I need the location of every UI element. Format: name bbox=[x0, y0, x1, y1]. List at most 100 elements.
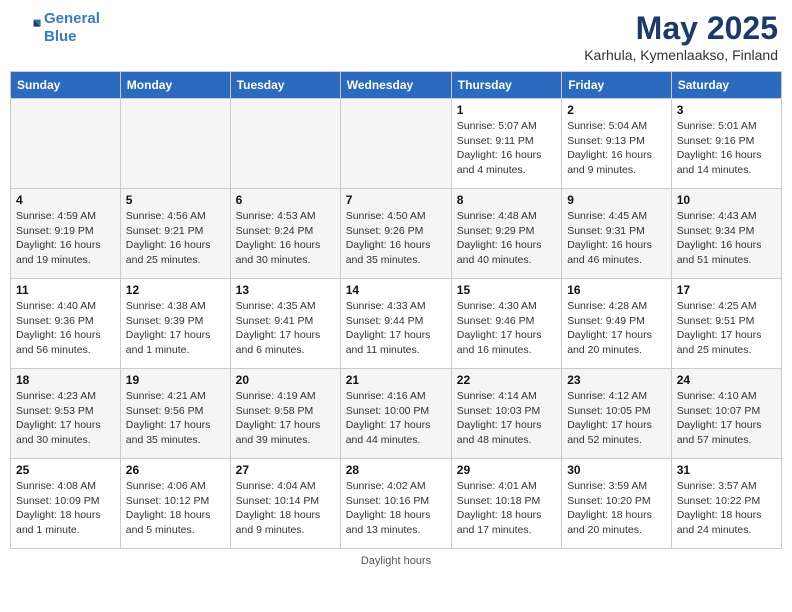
day-cell-9: 9Sunrise: 4:45 AM Sunset: 9:31 PM Daylig… bbox=[562, 189, 672, 279]
day-details: Sunrise: 4:40 AM Sunset: 9:36 PM Dayligh… bbox=[16, 299, 115, 358]
day-details: Sunrise: 4:21 AM Sunset: 9:56 PM Dayligh… bbox=[126, 389, 225, 448]
subtitle: Karhula, Kymenlaakso, Finland bbox=[584, 47, 778, 63]
day-cell-8: 8 Sunrise: 4:48 AM Sunset: 9:29 PM Daylig… bbox=[451, 189, 561, 279]
week-row-5: 25 Sunrise: 4:08 AM Sunset: 10:09 PM Dayl… bbox=[11, 459, 782, 549]
day-details: Sunrise: 4:33 AM Sunset: 9:44 PM Dayligh… bbox=[346, 299, 446, 358]
day-number: 4 bbox=[16, 193, 115, 207]
footer-text: Daylight hours bbox=[10, 555, 782, 567]
day-number: 31 bbox=[677, 463, 776, 477]
title-block: May 2025 Karhula, Kymenlaakso, Finland bbox=[584, 10, 778, 63]
day-cell-13: 13 Sunrise: 4:35 AM Sunset: 9:41 PM Dayli… bbox=[230, 279, 340, 369]
day-details: Sunrise: 4:53 AM Sunset: 9:24 PM Dayligh… bbox=[236, 209, 335, 268]
day-number: 1 bbox=[457, 103, 556, 117]
day-number: 20 bbox=[236, 373, 335, 387]
day-number: 29 bbox=[457, 463, 556, 477]
day-number: 5 bbox=[126, 193, 225, 207]
day-details: Sunrise: 5:04 AM Sunset: 9:13 PM Dayligh… bbox=[567, 119, 666, 178]
day-number: 8 bbox=[457, 193, 556, 207]
day-cell-5: 5 Sunrise: 4:56 AM Sunset: 9:21 PM Daylig… bbox=[120, 189, 230, 279]
day-number: 18 bbox=[16, 373, 115, 387]
day-details: Sunrise: 4:50 AM Sunset: 9:26 PM Dayligh… bbox=[346, 209, 446, 268]
empty-cell bbox=[340, 99, 451, 189]
day-cell-21: 21 Sunrise: 4:16 AM Sunset: 10:00 PM Dayl… bbox=[340, 369, 451, 459]
day-details: Sunrise: 4:28 AM Sunset: 9:49 PM Dayligh… bbox=[567, 299, 666, 358]
day-details: Sunrise: 4:02 AM Sunset: 10:16 PM Daylig… bbox=[346, 479, 446, 538]
day-cell-20: 20 Sunrise: 4:19 AM Sunset: 9:58 PM Dayli… bbox=[230, 369, 340, 459]
day-number: 2 bbox=[567, 103, 666, 117]
day-details: Sunrise: 4:48 AM Sunset: 9:29 PM Dayligh… bbox=[457, 209, 556, 268]
calendar-table: SundayMondayTuesdayWednesdayThursdayFrid… bbox=[10, 71, 782, 549]
day-cell-7: 7 Sunrise: 4:50 AM Sunset: 9:26 PM Daylig… bbox=[340, 189, 451, 279]
day-details: Sunrise: 4:30 AM Sunset: 9:46 PM Dayligh… bbox=[457, 299, 556, 358]
week-row-2: 4 Sunrise: 4:59 AM Sunset: 9:19 PM Daylig… bbox=[11, 189, 782, 279]
day-header-sunday: Sunday bbox=[11, 72, 121, 99]
day-number: 23 bbox=[567, 373, 666, 387]
day-number: 30 bbox=[567, 463, 666, 477]
logo-text-line2: Blue bbox=[44, 28, 100, 46]
page-header: General Blue May 2025 Karhula, Kymenlaak… bbox=[10, 10, 782, 63]
day-number: 15 bbox=[457, 283, 556, 297]
day-details: Sunrise: 5:01 AM Sunset: 9:16 PM Dayligh… bbox=[677, 119, 776, 178]
day-cell-17: 17Sunrise: 4:25 AM Sunset: 9:51 PM Dayli… bbox=[671, 279, 781, 369]
day-cell-6: 6 Sunrise: 4:53 AM Sunset: 9:24 PM Daylig… bbox=[230, 189, 340, 279]
day-number: 22 bbox=[457, 373, 556, 387]
day-cell-10: 10Sunrise: 4:43 AM Sunset: 9:34 PM Dayli… bbox=[671, 189, 781, 279]
day-number: 28 bbox=[346, 463, 446, 477]
day-cell-3: 3 Sunrise: 5:01 AM Sunset: 9:16 PM Daylig… bbox=[671, 99, 781, 189]
logo-icon bbox=[14, 14, 42, 42]
main-title: May 2025 bbox=[584, 10, 778, 47]
day-details: Sunrise: 4:38 AM Sunset: 9:39 PM Dayligh… bbox=[126, 299, 225, 358]
day-cell-15: 15 Sunrise: 4:30 AM Sunset: 9:46 PM Dayli… bbox=[451, 279, 561, 369]
day-cell-4: 4 Sunrise: 4:59 AM Sunset: 9:19 PM Daylig… bbox=[11, 189, 121, 279]
day-details: Sunrise: 4:19 AM Sunset: 9:58 PM Dayligh… bbox=[236, 389, 335, 448]
day-number: 6 bbox=[236, 193, 335, 207]
day-details: Sunrise: 4:23 AM Sunset: 9:53 PM Dayligh… bbox=[16, 389, 115, 448]
day-details: Sunrise: 4:56 AM Sunset: 9:21 PM Dayligh… bbox=[126, 209, 225, 268]
day-cell-12: 12 Sunrise: 4:38 AM Sunset: 9:39 PM Dayli… bbox=[120, 279, 230, 369]
day-details: Sunrise: 4:35 AM Sunset: 9:41 PM Dayligh… bbox=[236, 299, 335, 358]
day-details: Sunrise: 5:07 AM Sunset: 9:11 PM Dayligh… bbox=[457, 119, 556, 178]
day-number: 19 bbox=[126, 373, 225, 387]
day-number: 7 bbox=[346, 193, 446, 207]
day-cell-18: 18 Sunrise: 4:23 AM Sunset: 9:53 PM Dayli… bbox=[11, 369, 121, 459]
week-row-1: 1 Sunrise: 5:07 AM Sunset: 9:11 PM Daylig… bbox=[11, 99, 782, 189]
empty-cell bbox=[120, 99, 230, 189]
day-details: Sunrise: 4:06 AM Sunset: 10:12 PM Daylig… bbox=[126, 479, 225, 538]
day-details: Sunrise: 4:14 AM Sunset: 10:03 PM Daylig… bbox=[457, 389, 556, 448]
day-number: 24 bbox=[677, 373, 776, 387]
day-number: 3 bbox=[677, 103, 776, 117]
day-cell-30: 30Sunrise: 3:59 AM Sunset: 10:20 PM Dayl… bbox=[562, 459, 672, 549]
day-number: 26 bbox=[126, 463, 225, 477]
day-details: Sunrise: 4:08 AM Sunset: 10:09 PM Daylig… bbox=[16, 479, 115, 538]
day-header-saturday: Saturday bbox=[671, 72, 781, 99]
day-details: Sunrise: 4:59 AM Sunset: 9:19 PM Dayligh… bbox=[16, 209, 115, 268]
week-row-4: 18 Sunrise: 4:23 AM Sunset: 9:53 PM Dayli… bbox=[11, 369, 782, 459]
day-number: 21 bbox=[346, 373, 446, 387]
day-cell-11: 11Sunrise: 4:40 AM Sunset: 9:36 PM Dayli… bbox=[11, 279, 121, 369]
day-number: 27 bbox=[236, 463, 335, 477]
day-number: 25 bbox=[16, 463, 115, 477]
day-cell-28: 28 Sunrise: 4:02 AM Sunset: 10:16 PM Dayl… bbox=[340, 459, 451, 549]
day-details: Sunrise: 4:12 AM Sunset: 10:05 PM Daylig… bbox=[567, 389, 666, 448]
day-number: 12 bbox=[126, 283, 225, 297]
empty-cell bbox=[11, 99, 121, 189]
day-cell-19: 19 Sunrise: 4:21 AM Sunset: 9:56 PM Dayli… bbox=[120, 369, 230, 459]
day-cell-16: 16 Sunrise: 4:28 AM Sunset: 9:49 PM Dayli… bbox=[562, 279, 672, 369]
day-header-tuesday: Tuesday bbox=[230, 72, 340, 99]
day-cell-31: 31Sunrise: 3:57 AM Sunset: 10:22 PM Dayl… bbox=[671, 459, 781, 549]
day-details: Sunrise: 4:16 AM Sunset: 10:00 PM Daylig… bbox=[346, 389, 446, 448]
day-header-thursday: Thursday bbox=[451, 72, 561, 99]
day-number: 10 bbox=[677, 193, 776, 207]
week-row-3: 11Sunrise: 4:40 AM Sunset: 9:36 PM Dayli… bbox=[11, 279, 782, 369]
day-number: 17 bbox=[677, 283, 776, 297]
day-number: 9 bbox=[567, 193, 666, 207]
empty-cell bbox=[230, 99, 340, 189]
day-cell-24: 24Sunrise: 4:10 AM Sunset: 10:07 PM Dayl… bbox=[671, 369, 781, 459]
header-row: SundayMondayTuesdayWednesdayThursdayFrid… bbox=[11, 72, 782, 99]
day-cell-14: 14Sunrise: 4:33 AM Sunset: 9:44 PM Dayli… bbox=[340, 279, 451, 369]
day-number: 13 bbox=[236, 283, 335, 297]
day-number: 16 bbox=[567, 283, 666, 297]
logo: General Blue bbox=[14, 10, 100, 46]
day-cell-22: 22 Sunrise: 4:14 AM Sunset: 10:03 PM Dayl… bbox=[451, 369, 561, 459]
day-header-wednesday: Wednesday bbox=[340, 72, 451, 99]
